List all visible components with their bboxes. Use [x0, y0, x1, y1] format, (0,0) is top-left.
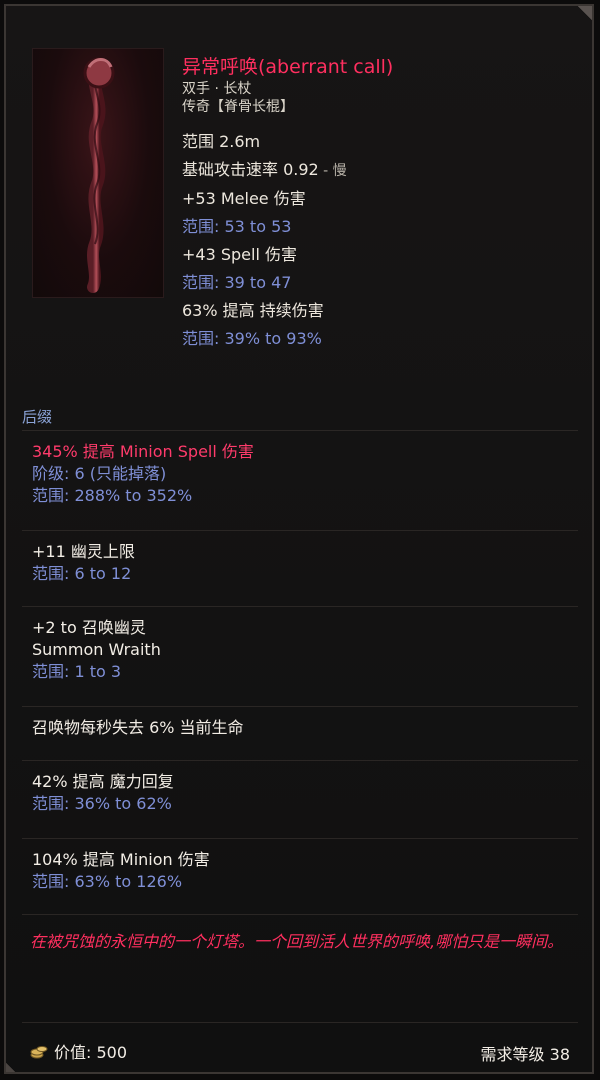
suffix-6-main: 104% 提高 Minion 伤害 [32, 850, 210, 869]
footer-divider [22, 1022, 578, 1024]
item-value: 价值: 500 [30, 1039, 127, 1063]
stat-spell-damage: +43 Spell 伤害 [182, 245, 297, 264]
suffix-block-3: +2 to 召唤幽灵 Summon Wraith 范围: 1 to 3 [22, 606, 578, 709]
suffix-block-1: 345% 提高 Minion Spell 伤害 阶级: 6 (只能掉落) 范围:… [22, 430, 578, 533]
stat-attack-rate-suffix: - 慢 [318, 163, 347, 179]
suffix-3-skill: Summon Wraith [32, 640, 161, 659]
coin-stack-icon [30, 1042, 48, 1060]
stat-melee-damage: +53 Melee 伤害 [182, 189, 306, 208]
suffix-block-2: +11 幽灵上限 范围: 6 to 12 [22, 530, 578, 609]
frame-corner-bottom-left [6, 1046, 32, 1072]
suffix-1-range: 范围: 288% to 352% [32, 486, 193, 505]
flavor-text: 在被咒蚀的永恒中的一个灯塔。一个回到活人世界的呼唤,哪怕只是一瞬间。 [30, 932, 564, 951]
flavor-divider [22, 914, 578, 916]
item-portrait [32, 48, 164, 298]
stat-melee-range: 范围: 53 to 53 [182, 217, 292, 236]
suffix-5-range: 范围: 36% to 62% [32, 794, 172, 813]
stat-dot: 63% 提高 持续伤害 [182, 301, 324, 320]
suffix-2-range: 范围: 6 to 12 [32, 564, 132, 583]
implicit-stats: 范围 2.6m 基础攻击速率 0.92 - 慢 +53 Melee 伤害 范围:… [182, 128, 580, 353]
stat-spell-range: 范围: 39 to 47 [182, 273, 292, 292]
suffix-4-main: 召唤物每秒失去 6% 当前生命 [32, 718, 244, 737]
stat-attack-rate-text: 基础攻击速率 0.92 [182, 160, 319, 179]
suffix-2-main: +11 幽灵上限 [32, 542, 135, 561]
suffix-5-main: 42% 提高 魔力回复 [32, 772, 174, 791]
staff-icon [83, 57, 115, 293]
item-title: 异常呼唤(aberrant call) [182, 56, 394, 78]
item-rarity: 传奇【脊骨长棍】 [182, 99, 294, 115]
required-level: 需求等级 38 [480, 1045, 570, 1064]
suffix-3-range: 范围: 1 to 3 [32, 662, 122, 681]
suffix-3-main: +2 to 召唤幽灵 [32, 618, 146, 637]
suffix-1-main: 345% 提高 Minion Spell 伤害 [32, 442, 254, 461]
stat-dot-range: 范围: 39% to 93% [182, 329, 322, 348]
item-value-label: 价值: 500 [54, 1043, 128, 1062]
suffix-block-6: 104% 提高 Minion 伤害 范围: 63% to 126% [22, 838, 578, 919]
suffix-section-label: 后缀 [22, 408, 53, 426]
stat-attack-rate: 基础攻击速率 0.92 - 慢 [182, 156, 580, 185]
item-type: 双手 · 长杖 [182, 81, 252, 97]
stat-range: 范围 2.6m [182, 132, 261, 151]
item-header: 异常呼唤(aberrant call) 双手 · 长杖 传奇【脊骨长棍】 [182, 54, 580, 116]
suffix-block-4: 召唤物每秒失去 6% 当前生命 [22, 706, 578, 761]
suffix-1-tier: 阶级: 6 (只能掉落) [32, 464, 167, 483]
suffix-6-range: 范围: 63% to 126% [32, 872, 183, 891]
frame-corner-top-right [552, 6, 592, 46]
suffix-block-5: 42% 提高 魔力回复 范围: 36% to 62% [22, 760, 578, 839]
